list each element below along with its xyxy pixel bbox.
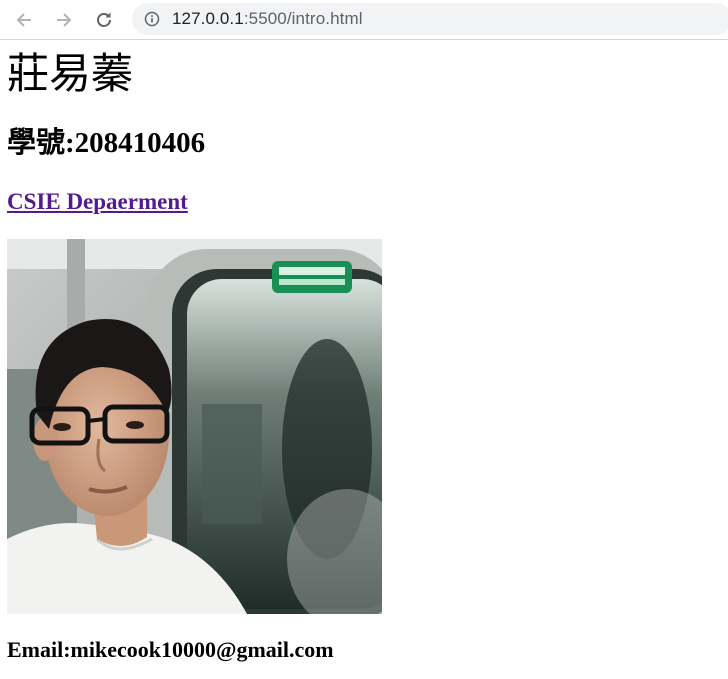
url-text[interactable]: 127.0.0.1:5500/intro.html <box>172 9 363 29</box>
arrow-right-icon <box>57 13 72 27</box>
reload-icon <box>97 12 111 27</box>
department-link[interactable]: CSIE Depaerment <box>7 189 188 214</box>
reload-button[interactable] <box>90 6 118 34</box>
url-path: :5500/intro.html <box>243 9 363 28</box>
info-icon[interactable] <box>144 11 160 27</box>
email-heading: Email:mikecook10000@gmail.com <box>7 637 334 662</box>
department-heading: CSIE Depaerment <box>7 188 188 216</box>
back-button[interactable] <box>10 6 38 34</box>
profile-photo <box>7 239 382 614</box>
page-title: 莊易蓁 <box>7 52 134 98</box>
arrow-left-icon <box>16 13 31 27</box>
student-id-heading: 學號:208410406 <box>7 127 206 159</box>
browser-toolbar: 127.0.0.1:5500/intro.html <box>0 0 728 40</box>
url-host: 127.0.0.1 <box>172 9 244 28</box>
forward-button[interactable] <box>50 6 78 34</box>
address-bar[interactable]: 127.0.0.1:5500/intro.html <box>132 3 728 35</box>
